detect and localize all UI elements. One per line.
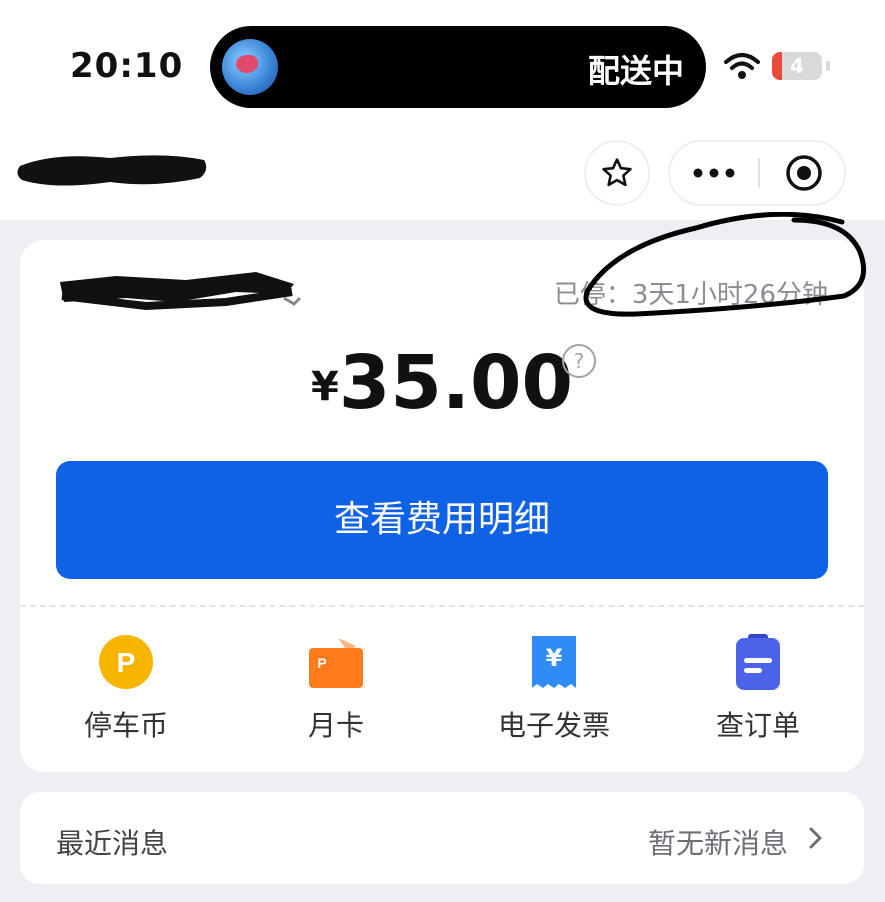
redacted-title <box>17 155 207 186</box>
dashed-divider <box>20 605 864 607</box>
battery-cap <box>826 61 830 71</box>
svg-text:P: P <box>317 655 326 671</box>
fee-amount: 35.00 <box>338 340 573 426</box>
close-button[interactable] <box>762 142 846 204</box>
currency-symbol: ¥ <box>311 364 339 410</box>
hand-drawn-circle <box>583 212 866 317</box>
recent-messages-row[interactable]: 最近消息 暂无新消息 <box>20 792 864 884</box>
capsule-divider <box>758 158 760 188</box>
parking-card: 已停：3天1小时26分钟 ¥35.00 ? 查看费用明细 P 停车币 P 月卡 … <box>20 212 866 772</box>
chevron-right-icon <box>809 827 822 849</box>
service-label: 停车币 <box>83 709 168 742</box>
view-fee-details-button[interactable]: 查看费用明细 <box>56 461 828 579</box>
delivery-app-avatar <box>222 39 278 95</box>
parking-coin-icon: P <box>99 635 153 689</box>
redacted-plate-number[interactable] <box>56 262 302 322</box>
help-icon[interactable]: ? <box>562 344 596 378</box>
dynamic-island[interactable]: 配送中 <box>210 26 706 108</box>
e-invoice-icon: ¥ <box>532 636 576 688</box>
no-new-messages-text: 暂无新消息 <box>647 827 788 860</box>
svg-text:¥: ¥ <box>546 644 563 672</box>
svg-text:P: P <box>117 647 136 678</box>
more-icon <box>693 168 735 178</box>
parking-fee: ¥35.00 <box>20 340 864 426</box>
service-label: 查订单 <box>715 709 800 742</box>
recent-messages-title: 最近消息 <box>56 827 169 860</box>
mini-program-capsule <box>668 140 846 206</box>
close-target-icon <box>786 155 822 191</box>
battery-level: 4 <box>790 54 804 78</box>
status-time: 20:10 <box>70 46 184 86</box>
favorite-button[interactable] <box>584 140 650 206</box>
service-label: 月卡 <box>307 709 364 742</box>
live-activity-text: 配送中 <box>587 52 684 90</box>
battery-icon: 4 <box>772 52 822 80</box>
wifi-icon <box>724 53 760 79</box>
orders-icon <box>736 634 780 690</box>
service-label: 电子发票 <box>497 709 610 742</box>
monthly-card-icon: P <box>309 638 363 688</box>
more-button[interactable] <box>670 142 758 204</box>
star-icon <box>602 158 632 187</box>
